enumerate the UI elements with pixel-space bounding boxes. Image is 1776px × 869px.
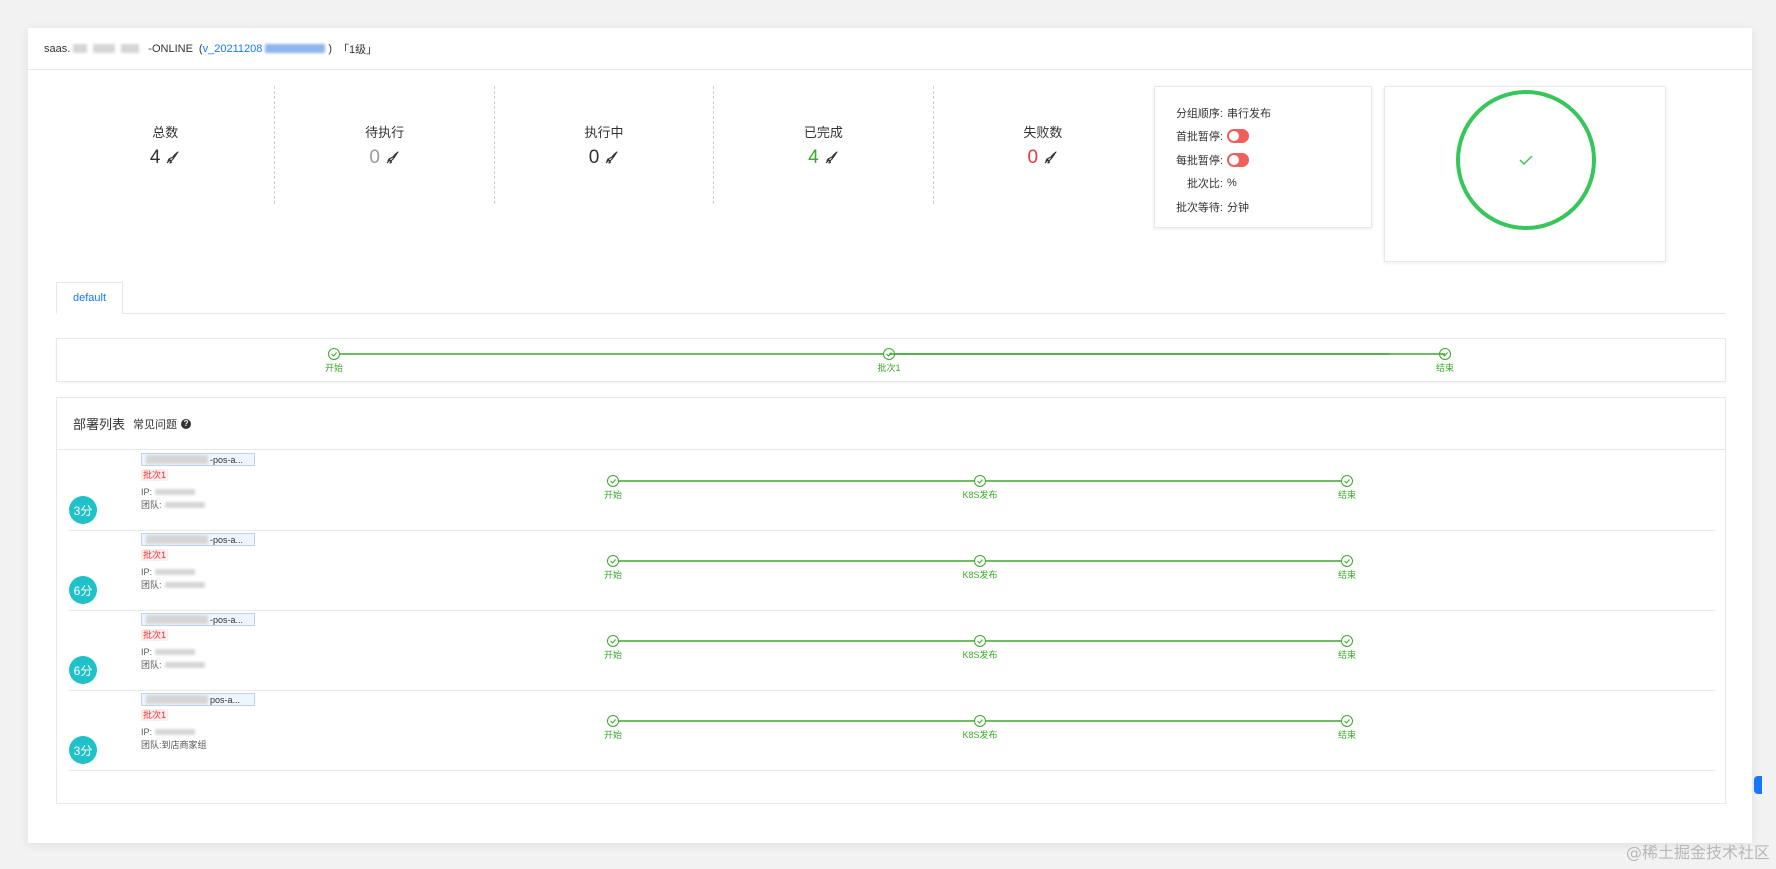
stat-failed: 失败数 0 — [934, 86, 1152, 204]
step-label: K8S发布 — [962, 729, 997, 740]
release-config-panel: 分组顺序: 串行发布 首批暂停: 每批暂停: 批次比:% 批次等待: 分钟 — [1154, 86, 1372, 228]
config-label: 首批暂停: — [1175, 131, 1223, 144]
redacted-text — [73, 44, 88, 53]
step-label: 开始 — [604, 649, 622, 660]
stat-value: 4 — [149, 146, 161, 168]
version-link[interactable]: v_20211208 — [203, 43, 263, 55]
stat-total: 总数 4 — [56, 86, 276, 204]
tab-default[interactable]: default — [56, 282, 123, 314]
stat-done: 已完成 4 — [714, 86, 934, 204]
step-label: K8S发布 — [962, 649, 997, 660]
stat-running: 执行中 0 — [495, 86, 715, 204]
status-ring — [1456, 90, 1596, 230]
release-header: saas. -ONLINE ( v_20211208 ) 「1级」 — [28, 28, 1752, 70]
step-label: 结束 — [1338, 489, 1356, 500]
step-label: K8S发布 — [962, 569, 997, 580]
rocket-icon — [825, 150, 838, 164]
group-tabs: default — [56, 282, 1726, 314]
faq-link[interactable]: 常见问题? — [133, 416, 192, 432]
step-label: 批次1 — [877, 362, 900, 373]
release-card: saas. -ONLINE ( v_20211208 ) 「1级」 总数 4 待… — [28, 28, 1752, 843]
config-value: 串行发布 — [1227, 107, 1271, 120]
stat-label: 失败数 — [1023, 124, 1063, 140]
deploy-row: 3分 pos-a... 批次1 IP: 团队: 到店商家组 开始 K8S发布 结束 — [69, 691, 1715, 771]
rocket-icon — [167, 150, 180, 164]
redacted-text — [93, 44, 116, 53]
step-label: 开始 — [604, 729, 622, 740]
row-steps: 开始 K8S发布 结束 — [604, 475, 1356, 500]
deploy-list-header: 部署列表 常见问题? — [57, 398, 1725, 450]
stat-value: 0 — [1027, 146, 1039, 168]
env-label: -ONLINE — [148, 42, 193, 55]
check-icon — [1519, 155, 1533, 166]
stat-label: 总数 — [152, 124, 179, 140]
status-panel — [1384, 86, 1666, 262]
config-label: 批次等待: — [1175, 201, 1223, 214]
step-label: 结束 — [1436, 362, 1454, 373]
rocket-icon — [605, 150, 618, 164]
step-label: 开始 — [604, 489, 622, 500]
rocket-icon — [1044, 150, 1057, 164]
version-close-paren: ) — [328, 42, 333, 55]
step-label: K8S发布 — [962, 489, 997, 500]
row-steps: 开始 K8S发布 结束 — [604, 555, 1356, 580]
stat-value: 0 — [369, 146, 380, 168]
stat-label: 已完成 — [803, 124, 843, 140]
config-value: 分钟 — [1227, 201, 1249, 214]
config-label: 每批暂停: — [1175, 154, 1223, 167]
config-value: % — [1227, 177, 1237, 190]
stats-panel: 总数 4 待执行 0 执行中 0 已完成 4 失败数 0 — [56, 86, 1152, 204]
group-pipeline: 开始 批次1 结束 — [56, 338, 1726, 382]
deploy-row: 6分 -pos-a... 批次1 IP: 团队: 开始 K8S发布 结束 — [69, 611, 1715, 691]
rocket-icon — [386, 150, 399, 164]
deploy-list: 部署列表 常见问题? 3分 -pos-a... 批次1 IP: 团队: 开始 K… — [56, 397, 1726, 804]
success-ring — [1456, 90, 1596, 230]
group-pipeline-steps: 开始 批次1 结束 — [325, 348, 1454, 373]
faq-label: 常见问题 — [133, 418, 178, 431]
pipeline-step-start: 开始 — [325, 348, 343, 373]
step-label: 结束 — [1338, 729, 1356, 740]
deploy-row: 6分 -pos-a... 批次1 IP: 团队: 开始 K8S发布 结束 — [69, 531, 1715, 611]
config-label: 分组顺序: — [1175, 107, 1223, 120]
stat-value: 4 — [808, 146, 819, 168]
step-label: 结束 — [1338, 569, 1356, 580]
config-label: 批次比: — [1186, 178, 1223, 191]
pipeline-step-batch: 批次1 — [877, 348, 901, 373]
step-label: 开始 — [325, 362, 343, 373]
step-label: 开始 — [604, 569, 622, 580]
redacted-text — [121, 44, 140, 53]
help-icon: ? — [181, 418, 192, 429]
stat-pending: 待执行 0 — [275, 86, 495, 204]
row-steps: 开始 K8S发布 结束 — [604, 715, 1356, 740]
pipeline-step-end: 结束 — [1436, 348, 1454, 373]
deploy-list-title: 部署列表 — [73, 417, 126, 432]
stat-value: 0 — [588, 146, 600, 168]
watermark: @稀土掘金技术社区 — [1625, 843, 1770, 862]
app-name-prefix: saas. — [44, 42, 71, 55]
each-pause-toggle[interactable] — [1227, 152, 1249, 167]
deploy-row: 3分 -pos-a... 批次1 IP: 团队: 开始 K8S发布 结束 — [69, 451, 1715, 531]
redacted-version — [265, 44, 326, 53]
row-steps: 开始 K8S发布 结束 — [604, 635, 1356, 660]
first-pause-toggle[interactable] — [1227, 129, 1249, 144]
stat-label: 执行中 — [584, 124, 624, 140]
step-label: 结束 — [1338, 649, 1356, 660]
stat-label: 待执行 — [365, 124, 405, 140]
level-badge: 「1级」 — [338, 43, 378, 56]
floating-handle[interactable] — [1754, 776, 1762, 794]
